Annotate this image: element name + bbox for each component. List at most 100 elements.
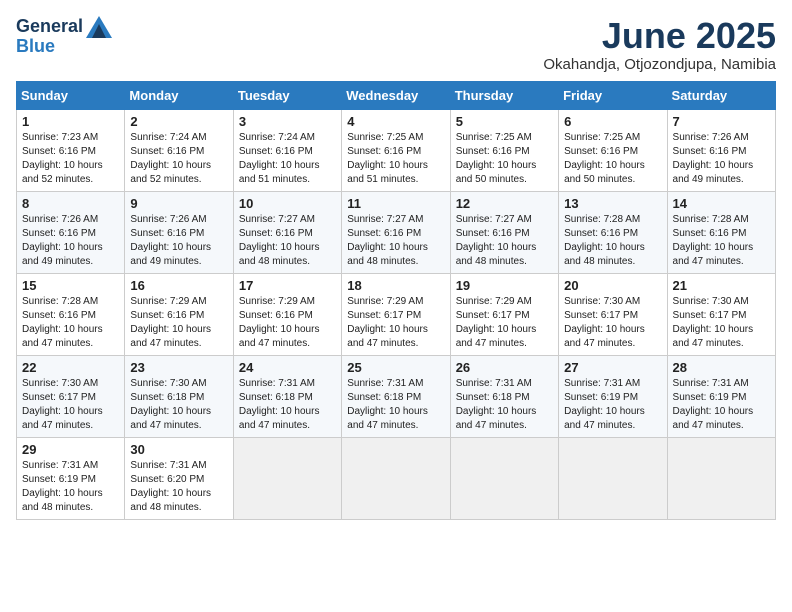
table-row <box>559 437 667 519</box>
day-number: 5 <box>456 114 553 129</box>
table-row <box>342 437 450 519</box>
day-info: Sunrise: 7:28 AMSunset: 6:16 PMDaylight:… <box>673 214 754 267</box>
col-thursday: Thursday <box>450 81 558 109</box>
table-row <box>667 437 775 519</box>
day-info: Sunrise: 7:30 AMSunset: 6:17 PMDaylight:… <box>564 296 645 349</box>
table-row: 14 Sunrise: 7:28 AMSunset: 6:16 PMDaylig… <box>667 191 775 273</box>
table-row: 23 Sunrise: 7:30 AMSunset: 6:18 PMDaylig… <box>125 355 233 437</box>
month-title: June 2025 <box>543 16 776 56</box>
day-number: 3 <box>239 114 336 129</box>
day-number: 9 <box>130 196 227 211</box>
table-row: 11 Sunrise: 7:27 AMSunset: 6:16 PMDaylig… <box>342 191 450 273</box>
logo: General Blue <box>16 16 112 57</box>
day-info: Sunrise: 7:24 AMSunset: 6:16 PMDaylight:… <box>130 132 211 185</box>
day-number: 18 <box>347 278 444 293</box>
table-row: 3 Sunrise: 7:24 AMSunset: 6:16 PMDayligh… <box>233 109 341 191</box>
day-info: Sunrise: 7:24 AMSunset: 6:16 PMDaylight:… <box>239 132 320 185</box>
col-tuesday: Tuesday <box>233 81 341 109</box>
day-info: Sunrise: 7:26 AMSunset: 6:16 PMDaylight:… <box>130 214 211 267</box>
col-wednesday: Wednesday <box>342 81 450 109</box>
day-info: Sunrise: 7:26 AMSunset: 6:16 PMDaylight:… <box>22 214 103 267</box>
day-info: Sunrise: 7:26 AMSunset: 6:16 PMDaylight:… <box>673 132 754 185</box>
day-info: Sunrise: 7:29 AMSunset: 6:16 PMDaylight:… <box>239 296 320 349</box>
table-row: 20 Sunrise: 7:30 AMSunset: 6:17 PMDaylig… <box>559 273 667 355</box>
table-row: 7 Sunrise: 7:26 AMSunset: 6:16 PMDayligh… <box>667 109 775 191</box>
table-row: 6 Sunrise: 7:25 AMSunset: 6:16 PMDayligh… <box>559 109 667 191</box>
day-number: 26 <box>456 360 553 375</box>
table-row: 10 Sunrise: 7:27 AMSunset: 6:16 PMDaylig… <box>233 191 341 273</box>
day-info: Sunrise: 7:29 AMSunset: 6:16 PMDaylight:… <box>130 296 211 349</box>
table-row: 22 Sunrise: 7:30 AMSunset: 6:17 PMDaylig… <box>17 355 125 437</box>
calendar-table: Sunday Monday Tuesday Wednesday Thursday… <box>16 81 776 520</box>
table-row: 9 Sunrise: 7:26 AMSunset: 6:16 PMDayligh… <box>125 191 233 273</box>
table-row: 15 Sunrise: 7:28 AMSunset: 6:16 PMDaylig… <box>17 273 125 355</box>
table-row: 16 Sunrise: 7:29 AMSunset: 6:16 PMDaylig… <box>125 273 233 355</box>
day-number: 20 <box>564 278 661 293</box>
logo-general: General <box>16 17 83 37</box>
day-info: Sunrise: 7:31 AMSunset: 6:19 PMDaylight:… <box>564 378 645 431</box>
day-number: 6 <box>564 114 661 129</box>
day-info: Sunrise: 7:31 AMSunset: 6:18 PMDaylight:… <box>456 378 537 431</box>
table-row: 1 Sunrise: 7:23 AMSunset: 6:16 PMDayligh… <box>17 109 125 191</box>
table-row: 21 Sunrise: 7:30 AMSunset: 6:17 PMDaylig… <box>667 273 775 355</box>
day-number: 30 <box>130 442 227 457</box>
day-number: 17 <box>239 278 336 293</box>
table-row: 2 Sunrise: 7:24 AMSunset: 6:16 PMDayligh… <box>125 109 233 191</box>
day-number: 25 <box>347 360 444 375</box>
day-info: Sunrise: 7:28 AMSunset: 6:16 PMDaylight:… <box>564 214 645 267</box>
day-info: Sunrise: 7:31 AMSunset: 6:19 PMDaylight:… <box>22 460 103 513</box>
table-row <box>233 437 341 519</box>
table-row: 29 Sunrise: 7:31 AMSunset: 6:19 PMDaylig… <box>17 437 125 519</box>
day-number: 24 <box>239 360 336 375</box>
table-row: 26 Sunrise: 7:31 AMSunset: 6:18 PMDaylig… <box>450 355 558 437</box>
col-monday: Monday <box>125 81 233 109</box>
table-row: 24 Sunrise: 7:31 AMSunset: 6:18 PMDaylig… <box>233 355 341 437</box>
logo-icon <box>86 16 112 38</box>
day-number: 16 <box>130 278 227 293</box>
table-row: 18 Sunrise: 7:29 AMSunset: 6:17 PMDaylig… <box>342 273 450 355</box>
day-number: 29 <box>22 442 119 457</box>
day-info: Sunrise: 7:30 AMSunset: 6:17 PMDaylight:… <box>673 296 754 349</box>
title-block: June 2025 Okahandja, Otjozondjupa, Namib… <box>543 16 776 73</box>
day-number: 27 <box>564 360 661 375</box>
table-row: 5 Sunrise: 7:25 AMSunset: 6:16 PMDayligh… <box>450 109 558 191</box>
page-header: General Blue June 2025 Okahandja, Otjozo… <box>16 16 776 73</box>
table-row: 4 Sunrise: 7:25 AMSunset: 6:16 PMDayligh… <box>342 109 450 191</box>
day-number: 1 <box>22 114 119 129</box>
day-info: Sunrise: 7:30 AMSunset: 6:18 PMDaylight:… <box>130 378 211 431</box>
calendar-week-row: 1 Sunrise: 7:23 AMSunset: 6:16 PMDayligh… <box>17 109 776 191</box>
day-info: Sunrise: 7:27 AMSunset: 6:16 PMDaylight:… <box>456 214 537 267</box>
col-sunday: Sunday <box>17 81 125 109</box>
day-number: 13 <box>564 196 661 211</box>
location-subtitle: Okahandja, Otjozondjupa, Namibia <box>543 56 776 73</box>
calendar-header-row: Sunday Monday Tuesday Wednesday Thursday… <box>17 81 776 109</box>
day-number: 12 <box>456 196 553 211</box>
day-info: Sunrise: 7:27 AMSunset: 6:16 PMDaylight:… <box>239 214 320 267</box>
table-row: 13 Sunrise: 7:28 AMSunset: 6:16 PMDaylig… <box>559 191 667 273</box>
day-info: Sunrise: 7:25 AMSunset: 6:16 PMDaylight:… <box>564 132 645 185</box>
day-number: 23 <box>130 360 227 375</box>
day-info: Sunrise: 7:31 AMSunset: 6:18 PMDaylight:… <box>347 378 428 431</box>
day-info: Sunrise: 7:27 AMSunset: 6:16 PMDaylight:… <box>347 214 428 267</box>
day-number: 11 <box>347 196 444 211</box>
table-row: 17 Sunrise: 7:29 AMSunset: 6:16 PMDaylig… <box>233 273 341 355</box>
day-number: 4 <box>347 114 444 129</box>
day-number: 8 <box>22 196 119 211</box>
table-row: 8 Sunrise: 7:26 AMSunset: 6:16 PMDayligh… <box>17 191 125 273</box>
day-number: 2 <box>130 114 227 129</box>
day-number: 7 <box>673 114 770 129</box>
day-info: Sunrise: 7:31 AMSunset: 6:20 PMDaylight:… <box>130 460 211 513</box>
day-info: Sunrise: 7:29 AMSunset: 6:17 PMDaylight:… <box>347 296 428 349</box>
day-number: 14 <box>673 196 770 211</box>
col-friday: Friday <box>559 81 667 109</box>
day-info: Sunrise: 7:25 AMSunset: 6:16 PMDaylight:… <box>456 132 537 185</box>
logo-blue: Blue <box>16 36 112 57</box>
day-number: 19 <box>456 278 553 293</box>
calendar-week-row: 29 Sunrise: 7:31 AMSunset: 6:19 PMDaylig… <box>17 437 776 519</box>
table-row: 25 Sunrise: 7:31 AMSunset: 6:18 PMDaylig… <box>342 355 450 437</box>
day-info: Sunrise: 7:28 AMSunset: 6:16 PMDaylight:… <box>22 296 103 349</box>
col-saturday: Saturday <box>667 81 775 109</box>
day-info: Sunrise: 7:29 AMSunset: 6:17 PMDaylight:… <box>456 296 537 349</box>
table-row: 19 Sunrise: 7:29 AMSunset: 6:17 PMDaylig… <box>450 273 558 355</box>
day-number: 22 <box>22 360 119 375</box>
